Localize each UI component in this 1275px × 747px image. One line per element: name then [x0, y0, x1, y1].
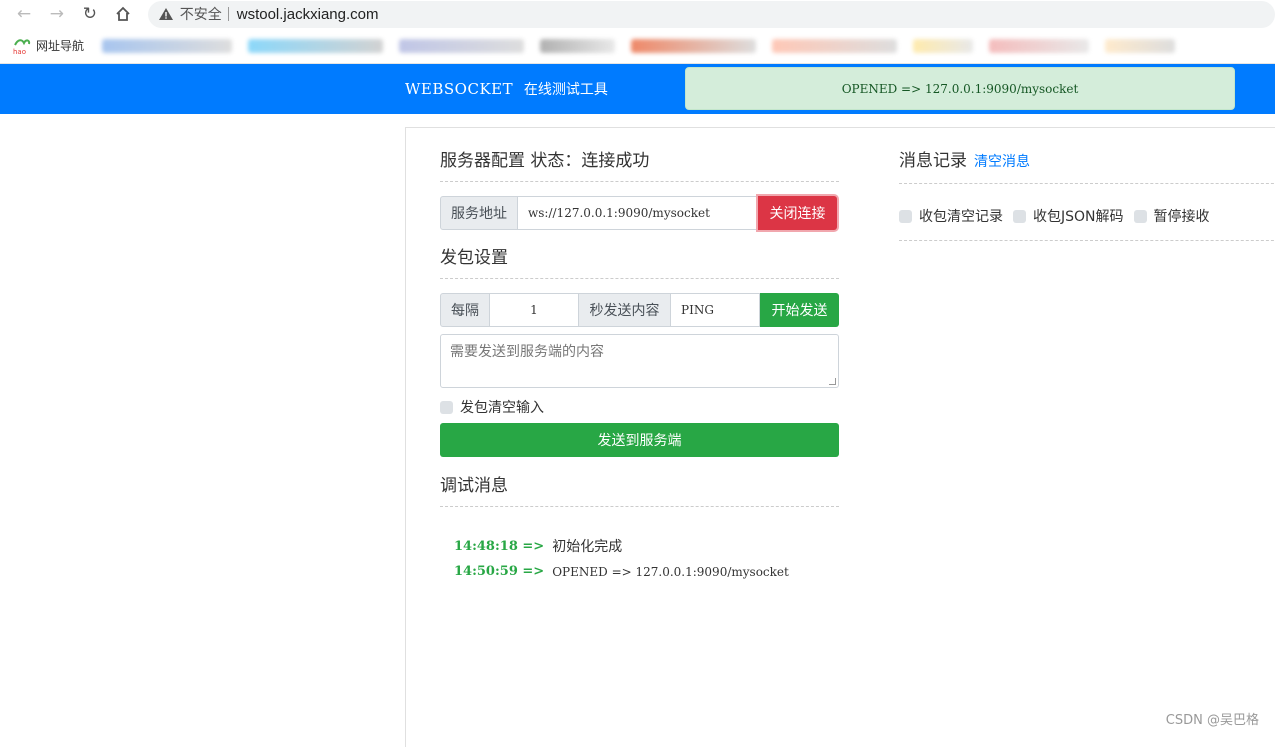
clear-input-label: 发包清空输入 — [460, 397, 544, 417]
hao123-logo-icon: hao — [12, 37, 32, 55]
divider — [440, 278, 839, 279]
blurred-bookmark[interactable] — [102, 39, 232, 53]
forward-arrow-icon[interactable]: → — [43, 2, 71, 26]
option-label: 收包清空记录 — [919, 206, 1003, 226]
every-label: 每隔 — [440, 293, 490, 327]
server-address-label: 服务地址 — [440, 196, 518, 230]
home-icon[interactable] — [109, 2, 137, 26]
blurred-bookmark[interactable] — [631, 39, 756, 53]
log-entry: 14:48:18 => 初始化完成 — [454, 536, 622, 556]
connection-status-alert: OPENED => 127.0.0.1:9090/mysocket — [685, 67, 1235, 110]
option-json-decode[interactable]: 收包JSON解码 — [1013, 206, 1124, 226]
bookmarks-bar: hao 网址导航 — [0, 28, 1275, 64]
option-label: 收包JSON解码 — [1033, 206, 1124, 226]
send-to-server-button[interactable]: 发送到服务端 — [440, 423, 839, 457]
log-time: 14:48:18 => — [454, 539, 544, 554]
messages-title: 消息记录 — [899, 146, 967, 171]
brand-en: WEBSOCKET — [405, 80, 513, 98]
messages-header: 消息记录 清空消息 — [899, 146, 1030, 171]
log-time: 14:50:59 => — [454, 564, 544, 579]
server-address-input[interactable]: ws://127.0.0.1:9090/mysocket — [518, 196, 758, 230]
seconds-content-label: 秒发送内容 — [579, 293, 671, 327]
log-message: OPENED => 127.0.0.1:9090/mysocket — [552, 565, 789, 579]
divider — [899, 240, 1275, 241]
back-arrow-icon[interactable]: ← — [10, 2, 38, 26]
blurred-bookmark[interactable] — [1105, 39, 1175, 53]
brand-title: WEBSOCKET 在线测试工具 — [405, 79, 608, 99]
start-sending-button[interactable]: 开始发送 — [760, 293, 839, 327]
textarea-placeholder: 需要发送到服务端的内容 — [450, 344, 604, 360]
resize-handle-icon[interactable] — [829, 378, 836, 385]
security-status[interactable]: 不安全 — [180, 4, 222, 24]
browser-toolbar: ← → ↻ 不安全 wstool.jackxiang.com — [0, 0, 1275, 28]
address-separator — [228, 7, 229, 21]
clear-input-option[interactable]: 发包清空输入 — [440, 397, 544, 417]
debug-title: 调试消息 — [440, 471, 508, 496]
option-label: 暂停接收 — [1154, 206, 1210, 226]
checkbox[interactable] — [1134, 210, 1147, 223]
checkbox[interactable] — [1013, 210, 1026, 223]
warning-icon — [158, 7, 174, 21]
log-message: 初始化完成 — [552, 536, 622, 556]
clear-input-checkbox[interactable] — [440, 401, 453, 414]
checkbox[interactable] — [899, 210, 912, 223]
blurred-bookmark[interactable] — [989, 39, 1089, 53]
blurred-bookmark[interactable] — [913, 39, 973, 53]
divider — [899, 183, 1275, 184]
main-panel: 服务器配置 状态：连接成功 服务地址 ws://127.0.0.1:9090/m… — [405, 127, 1275, 747]
blurred-bookmark[interactable] — [399, 39, 524, 53]
send-settings-title: 发包设置 — [440, 243, 508, 268]
interval-send-group: 每隔 1 秒发送内容 PING 开始发送 — [440, 293, 839, 327]
message-options: 收包清空记录 收包JSON解码 暂停接收 — [899, 206, 1220, 226]
blurred-bookmark[interactable] — [772, 39, 897, 53]
clear-messages-link[interactable]: 清空消息 — [974, 151, 1030, 171]
option-pause-receive[interactable]: 暂停接收 — [1134, 206, 1210, 226]
svg-text:hao: hao — [13, 48, 26, 55]
brand-cn: 在线测试工具 — [524, 82, 608, 98]
option-clear-on-receive[interactable]: 收包清空记录 — [899, 206, 1003, 226]
watermark: CSDN @吴巴格 — [1166, 709, 1259, 728]
divider — [440, 181, 839, 182]
log-entry: 14:50:59 => OPENED => 127.0.0.1:9090/mys… — [454, 564, 789, 579]
bookmark-hao123[interactable]: hao 网址导航 — [12, 37, 84, 55]
bookmark-label: 网址导航 — [36, 37, 84, 54]
close-connection-button[interactable]: 关闭连接 — [758, 196, 837, 230]
message-textarea[interactable]: 需要发送到服务端的内容 — [440, 334, 839, 388]
interval-input[interactable]: 1 — [490, 293, 579, 327]
divider — [440, 506, 839, 507]
blurred-bookmark[interactable] — [248, 39, 383, 53]
blurred-bookmark[interactable] — [540, 39, 615, 53]
address-bar[interactable]: 不安全 wstool.jackxiang.com — [148, 1, 1275, 28]
url-text[interactable]: wstool.jackxiang.com — [237, 6, 379, 23]
content-input[interactable]: PING — [671, 293, 760, 327]
server-config-title: 服务器配置 状态：连接成功 — [440, 146, 649, 171]
server-address-group: 服务地址 ws://127.0.0.1:9090/mysocket 关闭连接 — [440, 196, 837, 230]
reload-icon[interactable]: ↻ — [76, 2, 104, 26]
app-header: WEBSOCKET 在线测试工具 OPENED => 127.0.0.1:909… — [0, 64, 1275, 114]
